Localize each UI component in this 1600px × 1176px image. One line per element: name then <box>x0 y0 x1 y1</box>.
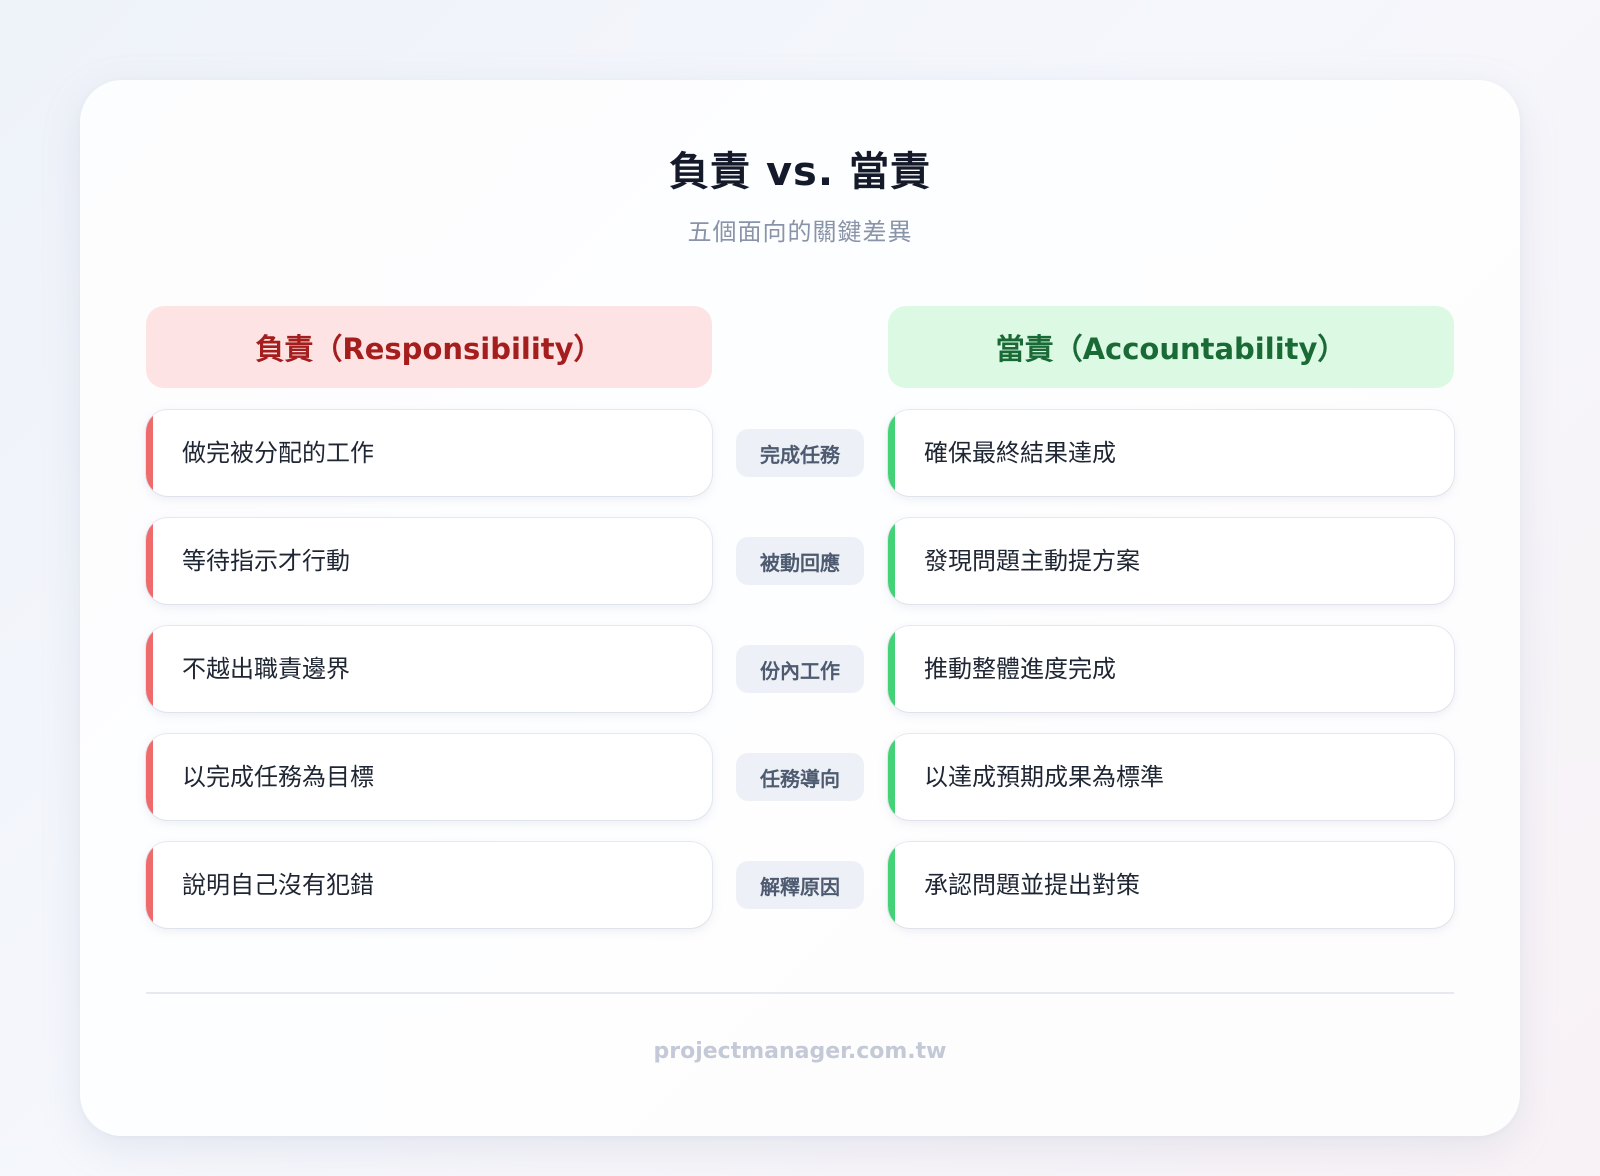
responsibility-accent-bar <box>146 842 153 928</box>
accountability-accent-bar <box>888 842 895 928</box>
page-title: 負責 vs. 當責 <box>669 149 931 195</box>
footer-source: projectmanager.com.tw <box>653 1039 947 1064</box>
aspect-badge: 解釋原因 <box>736 861 864 909</box>
responsibility-item: 等待指示才行動 <box>146 518 712 604</box>
responsibility-accent-bar <box>146 734 153 820</box>
responsibility-item-text: 等待指示才行動 <box>182 547 350 575</box>
accountability-item: 承認問題並提出對策 <box>888 842 1454 928</box>
accountability-accent-bar <box>888 410 895 496</box>
responsibility-item: 做完被分配的工作 <box>146 410 712 496</box>
accountability-item: 以達成預期成果為標準 <box>888 734 1454 820</box>
responsibility-item: 不越出職責邊界 <box>146 626 712 712</box>
accountability-item-text: 發現問題主動提方案 <box>924 547 1140 575</box>
page-subtitle: 五個面向的關鍵差異 <box>687 218 913 246</box>
responsibility-accent-bar <box>146 626 153 712</box>
accountability-accent-bar <box>888 734 895 820</box>
accountability-accent-bar <box>888 626 895 712</box>
accountability-accent-bar <box>888 518 895 604</box>
footer-divider <box>146 992 1454 994</box>
aspect-badge: 完成任務 <box>736 429 864 477</box>
accountability-item: 確保最終結果達成 <box>888 410 1454 496</box>
responsibility-item-text: 不越出職責邊界 <box>182 655 350 683</box>
accountability-item-text: 承認問題並提出對策 <box>924 871 1140 899</box>
responsibility-accent-bar <box>146 410 153 496</box>
accountability-item: 發現問題主動提方案 <box>888 518 1454 604</box>
aspect-badge: 份內工作 <box>736 645 864 693</box>
aspect-badge: 任務導向 <box>736 753 864 801</box>
accountability-item: 推動整體進度完成 <box>888 626 1454 712</box>
responsibility-item-text: 以完成任務為目標 <box>182 763 374 791</box>
accountability-item-text: 推動整體進度完成 <box>924 655 1116 683</box>
responsibility-item-text: 說明自己沒有犯錯 <box>182 871 374 899</box>
responsibility-accent-bar <box>146 518 153 604</box>
responsibility-item-text: 做完被分配的工作 <box>182 439 374 467</box>
accountability-item-text: 確保最終結果達成 <box>924 439 1116 467</box>
aspect-badge: 被動回應 <box>736 537 864 585</box>
accountability-header: 當責（Accountability） <box>888 306 1454 388</box>
responsibility-item: 以完成任務為目標 <box>146 734 712 820</box>
responsibility-item: 說明自己沒有犯錯 <box>146 842 712 928</box>
responsibility-header: 負責（Responsibility） <box>146 306 712 388</box>
comparison-card: 負責 vs. 當責 五個面向的關鍵差異 負責（Responsibility） 當… <box>80 80 1520 1136</box>
accountability-item-text: 以達成預期成果為標準 <box>924 763 1164 791</box>
